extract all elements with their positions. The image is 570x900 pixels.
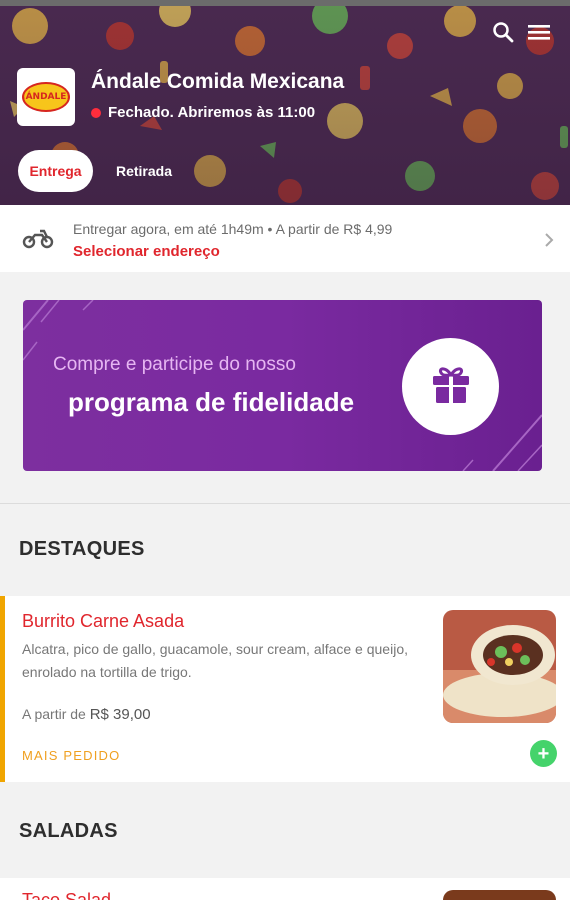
search-icon[interactable]: [489, 18, 517, 46]
banner-subtitle: Compre e participe do nosso: [53, 354, 296, 375]
store-status: Fechado. Abriremos às 11:00: [91, 104, 315, 121]
product-card[interactable]: Burrito Carne Asada Alcatra, pico de gal…: [0, 596, 570, 782]
chevron-right-icon: [544, 232, 554, 253]
store-logo: ¡ÁNDALE!: [17, 68, 75, 126]
loyalty-banner[interactable]: Compre e participe do nosso programa de …: [23, 300, 542, 471]
most-ordered-badge: MAIS PEDIDO: [22, 748, 121, 763]
delivery-info: Entregar agora, em até 1h49m • A partir …: [73, 221, 393, 237]
tab-retirada[interactable]: Retirada: [104, 150, 184, 192]
section-title-destaques: DESTAQUES: [19, 538, 145, 560]
status-text: Fechado. Abriremos às 11:00: [108, 104, 316, 121]
gift-icon-circle: [402, 338, 499, 435]
product-price: A partir de R$ 39,00: [22, 706, 151, 723]
product-image: [443, 610, 556, 723]
select-address-link[interactable]: Selecionar endereço: [73, 243, 220, 260]
product-image: [443, 890, 556, 900]
price-prefix: A partir de: [22, 706, 86, 722]
store-header: ¡ÁNDALE! Ándale Comida Mexicana Fechado.…: [0, 0, 570, 205]
menu-icon[interactable]: [525, 18, 553, 46]
motorcycle-icon: [22, 227, 54, 254]
status-dot-icon: [91, 107, 101, 118]
price-value: R$ 39,00: [89, 706, 151, 723]
highlight-accent: [0, 596, 5, 782]
gift-icon: [429, 362, 473, 411]
product-card[interactable]: Taco Salad: [0, 878, 570, 900]
product-name: Burrito Carne Asada: [22, 611, 185, 631]
logo-text: ¡ÁNDALE!: [21, 92, 71, 102]
section-title-saladas: SALADAS: [19, 820, 118, 842]
plus-icon: +: [537, 742, 550, 765]
section-divider: [0, 503, 570, 504]
banner-title: programa de fidelidade: [68, 387, 355, 417]
store-name: Ándale Comida Mexicana: [91, 70, 345, 93]
product-description: Alcatra, pico de gallo, guacamole, sour …: [22, 641, 408, 680]
add-to-cart-button[interactable]: +: [530, 740, 557, 767]
delivery-address-bar[interactable]: Entregar agora, em até 1h49m • A partir …: [0, 205, 570, 272]
product-name: Taco Salad: [22, 890, 112, 900]
tab-entrega[interactable]: Entrega: [18, 150, 93, 192]
